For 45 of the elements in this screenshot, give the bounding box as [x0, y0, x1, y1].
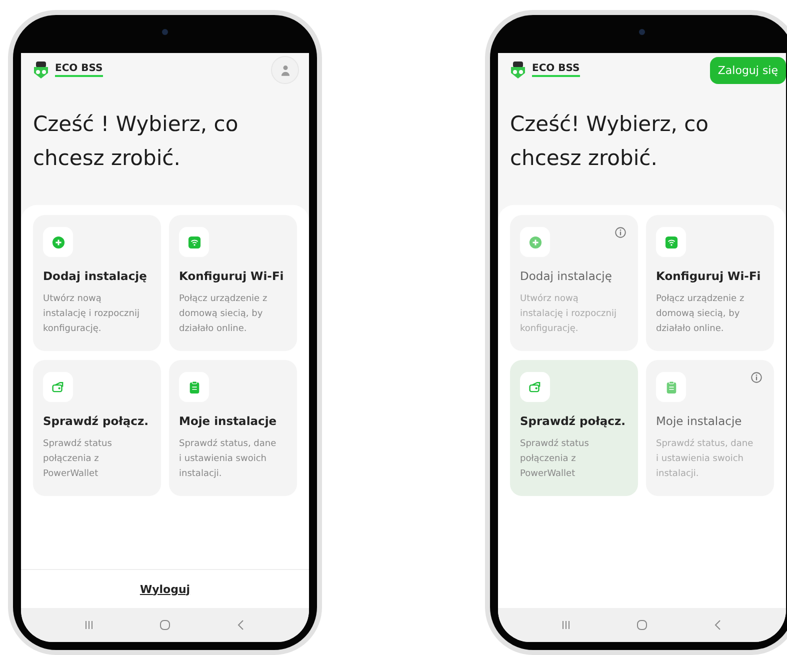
card-title: Sprawdź połącz. [43, 414, 150, 428]
card-description: Sprawdź status połączenia z PowerWallet [43, 438, 113, 481]
plus-icon [52, 236, 64, 248]
action-card[interactable]: Konfiguruj Wi-Fi Połącz urządzenie z domową siecią, by działało online. [646, 215, 774, 351]
person-icon [280, 64, 290, 76]
card-title: Dodaj instalację [43, 269, 148, 283]
action-card[interactable]: Dodaj instalację Utwórz nową instalację i rozpocznij konfigurację. [33, 215, 161, 351]
home-icon[interactable] [636, 619, 648, 631]
wallet-icon [52, 380, 64, 394]
card-title: Konfiguruj Wi-Fi [179, 269, 285, 283]
recent-apps-icon[interactable] [560, 619, 572, 631]
card-description: Sprawdź status, dane i ustawienia swoich instalacji. [656, 438, 754, 481]
card-title: Sprawdź połącz. [520, 414, 627, 428]
card-description: Sprawdź status połączenia z PowerWallet [520, 438, 590, 481]
greeting-heading: Cześć! Wybierz, co chcesz zrobić. [510, 111, 710, 172]
clipboard-icon [188, 380, 200, 394]
action-card[interactable]: Sprawdź połącz. Sprawdź status połączenia z PowerWallet [510, 360, 638, 496]
card-title: Konfiguruj Wi-Fi [656, 269, 762, 283]
card-title: Moje instalacje [179, 414, 278, 428]
brand-name: ECO BSS [55, 63, 103, 77]
card-title: Dodaj instalację [520, 269, 613, 283]
camera-icon [639, 29, 645, 35]
camera-icon [162, 29, 168, 35]
card-description: Utwórz nową instalację i rozpocznij konfigurację. [43, 292, 140, 336]
wifi-icon [664, 236, 678, 248]
card-description: Utwórz nową instalację i rozpocznij konfigurację. [520, 292, 618, 336]
recent-apps-icon[interactable] [83, 619, 95, 631]
action-card[interactable]: Sprawdź połącz. Sprawdź status połączenia z PowerWallet [33, 360, 161, 496]
profile-button[interactable] [271, 56, 299, 84]
card-description: Połącz urządzenie z domową siecią, by działało online. [179, 293, 268, 336]
logo-icon [510, 61, 526, 79]
brand-name: ECO BSS [532, 63, 580, 77]
wallet-icon [528, 380, 542, 394]
logo-icon [33, 61, 49, 79]
card-description: Połącz urządzenie z domową siecią, by działało online. [656, 293, 746, 336]
action-card[interactable]: Moje instalacje Sprawdź status, dane i ustawienia swoich instalacji. [169, 360, 297, 496]
clipboard-icon [664, 380, 678, 394]
logout-link[interactable]: Wyloguj [140, 582, 190, 596]
plus-icon [528, 236, 542, 248]
card-description: Sprawdź status, dane i ustawienia swoich instalacji. [179, 438, 278, 481]
wifi-icon [188, 236, 200, 248]
action-card[interactable]: Konfiguruj Wi-Fi Połącz urządzenie z domową siecią, by działało online. [169, 215, 297, 351]
home-icon[interactable] [159, 619, 171, 631]
greeting-heading: Cześć ! Wybierz, co chcesz zrobić. [33, 111, 240, 172]
card-title: Moje instalacje [656, 414, 743, 428]
